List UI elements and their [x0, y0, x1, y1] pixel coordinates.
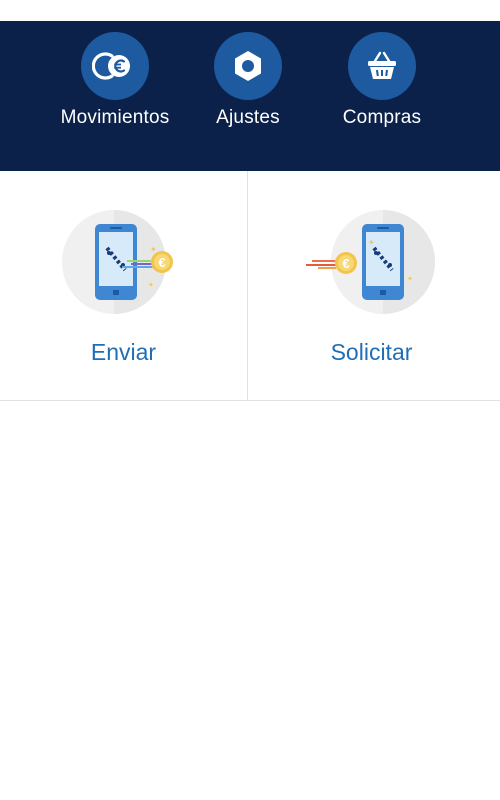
quick-nav-bar: Movimientos Ajustes Compras — [0, 21, 500, 171]
send-money-button[interactable]: € ✦ ✦ Enviar — [0, 171, 247, 400]
nav-item-compras[interactable]: Compras — [312, 32, 452, 129]
nav-label: Ajustes — [216, 107, 280, 128]
hexagon-nut-icon — [214, 32, 282, 100]
nav-item-movimientos[interactable]: Movimientos — [45, 32, 185, 129]
svg-text:€: € — [342, 256, 349, 271]
nav-label: Compras — [342, 107, 422, 128]
nav-item-ajustes[interactable]: Ajustes — [178, 32, 318, 129]
euro-coin-icon — [81, 32, 149, 100]
request-money-button[interactable]: € ✦ ✦ Solicitar — [248, 171, 495, 400]
top-strip — [0, 0, 500, 21]
svg-text:✦: ✦ — [368, 238, 375, 247]
svg-text:€: € — [158, 255, 165, 270]
shopping-basket-icon — [348, 32, 416, 100]
svg-text:✦: ✦ — [150, 245, 157, 254]
send-money-phone-icon: € ✦ ✦ — [62, 209, 178, 324]
request-money-phone-icon: € ✦ ✦ — [306, 209, 438, 324]
send-label: Enviar — [90, 339, 157, 365]
svg-text:✦: ✦ — [407, 275, 413, 283]
action-grid: € ✦ ✦ Enviar € ✦ ✦ Solicitar — [0, 171, 500, 401]
svg-text:✦: ✦ — [148, 281, 154, 289]
request-label: Solicitar — [330, 339, 413, 365]
nav-label: Movimientos — [60, 107, 170, 128]
